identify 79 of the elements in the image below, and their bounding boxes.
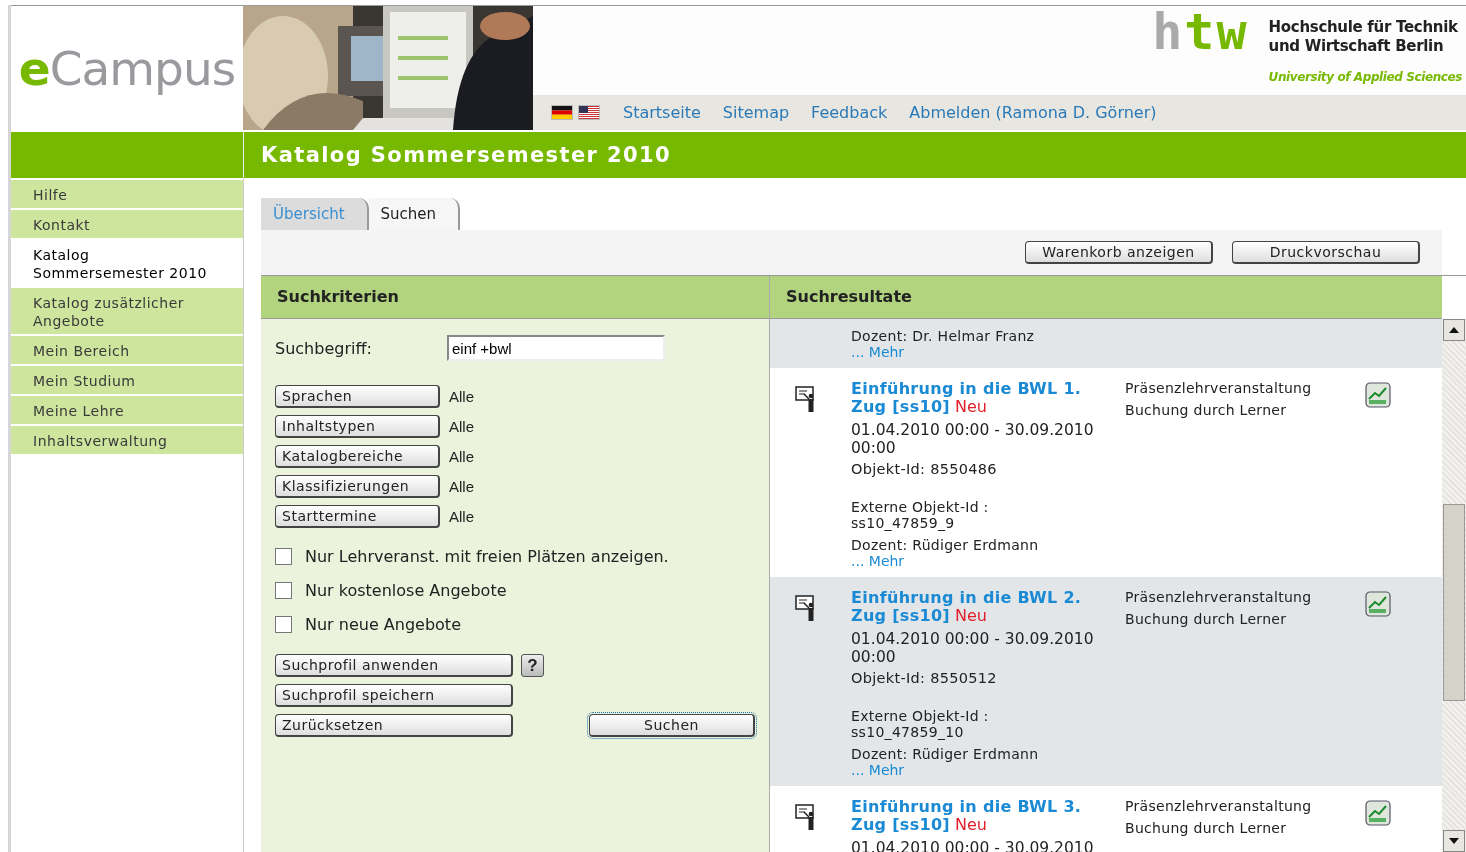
checkbox[interactable] xyxy=(275,548,292,565)
sidebar-item[interactable]: Hilfe xyxy=(11,180,243,208)
filter-button[interactable]: Inhaltstypen xyxy=(275,415,440,438)
sidebar-item[interactable]: Mein Bereich xyxy=(11,336,243,364)
german-flag-icon xyxy=(551,105,573,120)
external-id-label: Externe Objekt-Id : xyxy=(851,708,989,724)
search-button[interactable]: Suchen xyxy=(589,714,755,737)
institution-name: und Wirtschaft Berlin xyxy=(1268,37,1445,56)
chart-book-icon xyxy=(1365,591,1391,617)
course-title[interactable]: Einführung in die BWL 1. Zug [ss10] Neu xyxy=(851,380,1109,416)
course-type: Präsenzlehrveranstaltung xyxy=(1125,589,1313,605)
lecturer: Dozent: Rüdiger Erdmann xyxy=(851,537,1039,553)
filter-value: Alle xyxy=(449,478,474,495)
filter-value: Alle xyxy=(449,448,474,465)
search-field[interactable]: einf +bwl xyxy=(447,335,665,361)
checkbox-label: Nur neue Angebote xyxy=(305,615,461,634)
checkbox[interactable] xyxy=(275,582,292,599)
profile-button[interactable]: Suchprofil speichern xyxy=(275,684,513,707)
scroll-down-icon xyxy=(1443,830,1465,852)
filter-button[interactable]: Klassifizierungen xyxy=(275,475,440,498)
profile-button[interactable]: Suchprofil anwenden xyxy=(275,654,513,677)
tagline: University of Applied Sciences xyxy=(1268,70,1462,84)
tab[interactable]: Suchen xyxy=(368,198,461,230)
checkbox-label: Nur Lehrveranst. mit freien Plätzen anzeigen. xyxy=(305,547,669,566)
course-type: Präsenzlehrveranstaltung xyxy=(1125,380,1313,396)
more-link[interactable]: ... Mehr xyxy=(851,553,905,569)
nav-link[interactable]: Startseite xyxy=(623,103,701,122)
toolbar-button[interactable]: Druckvorschau xyxy=(1232,241,1420,264)
date-range: 01.04.2010 00:00 - 30.09.2010 xyxy=(851,630,1094,648)
nav-link[interactable]: Sitemap xyxy=(722,103,790,122)
sidebar-item[interactable]: Mein Studium xyxy=(11,366,243,394)
date-range: 00:00 xyxy=(851,648,896,666)
panel-title: Suchresultate xyxy=(770,276,1442,319)
filter-value: Alle xyxy=(449,418,474,435)
field-label: Suchbegriff: xyxy=(275,338,373,358)
reset-button[interactable]: Zurücksetzen xyxy=(275,714,513,737)
booking-mode: Buchung durch Lerner xyxy=(1125,820,1288,836)
us-flag-icon xyxy=(578,105,600,120)
object-id: Objekt-Id: 8550512 xyxy=(851,670,997,686)
filter-button[interactable]: Katalogbereiche xyxy=(275,445,440,468)
date-range: 01.04.2010 00:00 - 30.09.2010 xyxy=(851,421,1094,439)
nav-link[interactable]: Feedback xyxy=(811,103,888,122)
presenter-icon xyxy=(794,804,817,830)
scrollbar[interactable] xyxy=(1442,319,1466,852)
page-title: Katalog Sommersemester 2010 xyxy=(244,132,1466,178)
course-title[interactable]: Einführung in die BWL 2. Zug [ss10] Neu xyxy=(851,589,1109,625)
checkbox-label: Nur kostenlose Angebote xyxy=(305,581,507,600)
help-button[interactable]: ? xyxy=(521,654,544,677)
presenter-icon xyxy=(794,595,817,621)
lecturer: Dozent: Dr. Helmar Franz xyxy=(851,328,1035,344)
filter-button[interactable]: Starttermine xyxy=(275,505,440,528)
panel-title: Suchkriterien xyxy=(261,276,769,319)
course-type: Präsenzlehrveranstaltung xyxy=(1125,798,1313,814)
sidebar-item[interactable]: Meine Lehre xyxy=(11,396,243,424)
sidebar-item[interactable]: Katalog zusätzlicher Angebote xyxy=(11,288,243,334)
booking-mode: Buchung durch Lerner xyxy=(1125,611,1288,627)
course-title[interactable]: Einführung in die BWL 3. Zug [ss10] Neu xyxy=(851,798,1109,834)
scrollbar-thumb[interactable] xyxy=(1443,504,1465,701)
sidebar-item[interactable]: Kontakt xyxy=(11,210,243,238)
sidebar-item[interactable]: Inhaltsverwaltung xyxy=(11,426,243,454)
external-id: ss10_47859_10 xyxy=(851,724,964,740)
object-id: Objekt-Id: 8550486 xyxy=(851,461,997,477)
filter-value: Alle xyxy=(449,388,474,405)
institution-name: Hochschule für Technik xyxy=(1268,18,1459,37)
date-range: 00:00 xyxy=(851,439,896,457)
presenter-icon xyxy=(794,386,817,412)
htw-logo: htw xyxy=(1152,6,1249,58)
chart-book-icon xyxy=(1365,800,1391,826)
lecturer: Dozent: Rüdiger Erdmann xyxy=(851,746,1039,762)
external-id-label: Externe Objekt-Id : xyxy=(851,499,989,515)
checkbox[interactable] xyxy=(275,616,292,633)
ecampus-logo: eCampus xyxy=(18,40,236,96)
chart-book-icon xyxy=(1365,382,1391,408)
booking-mode: Buchung durch Lerner xyxy=(1125,402,1288,418)
nav-link[interactable]: Abmelden (Ramona D. Görner) xyxy=(909,103,1157,122)
filter-button[interactable]: Sprachen xyxy=(275,385,440,408)
external-id: ss10_47859_9 xyxy=(851,515,955,531)
toolbar-button[interactable]: Warenkorb anzeigen xyxy=(1025,241,1213,264)
filter-value: Alle xyxy=(449,508,474,525)
